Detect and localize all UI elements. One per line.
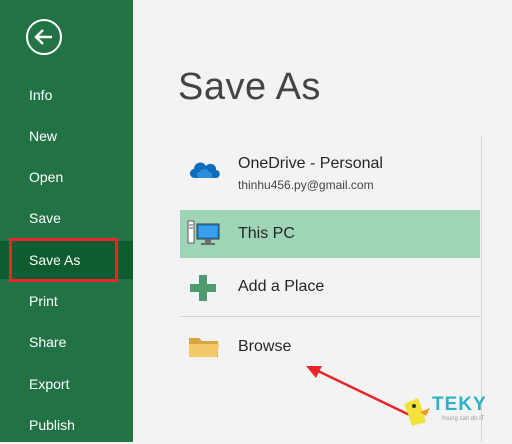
nav-open[interactable]: Open (0, 158, 133, 196)
nav-save[interactable]: Save (0, 199, 133, 237)
nav-publish[interactable]: Publish (0, 406, 133, 444)
computer-icon (186, 219, 220, 254)
nav-info[interactable]: Info (0, 76, 133, 114)
nav-export[interactable]: Export (0, 365, 133, 403)
back-button[interactable] (25, 18, 63, 56)
location-browse[interactable]: Browse (180, 326, 480, 370)
browse-label: Browse (238, 338, 292, 355)
back-arrow-icon (26, 19, 62, 55)
location-this-pc[interactable]: This PC (180, 210, 480, 258)
teky-logo: TEKY (432, 394, 487, 415)
teky-tagline: Young can do IT (441, 416, 485, 422)
onedrive-account: thinhu456.py@gmail.com (238, 178, 374, 192)
location-onedrive[interactable]: OneDrive - Personal thinhu456.py@gmail.c… (180, 148, 480, 200)
separator (180, 316, 480, 317)
nav-print[interactable]: Print (0, 282, 133, 320)
page-title: Save As (178, 66, 321, 108)
onedrive-cloud-icon (186, 156, 222, 187)
add-a-place-label: Add a Place (238, 278, 325, 295)
onedrive-label: OneDrive - Personal (238, 155, 383, 172)
highlight-box (9, 238, 118, 282)
plus-icon (189, 274, 217, 307)
this-pc-label: This PC (238, 225, 295, 242)
location-add-a-place[interactable]: Add a Place (180, 266, 480, 310)
nav-share[interactable]: Share (0, 323, 133, 361)
nav-new[interactable]: New (0, 117, 133, 155)
folder-icon (188, 334, 220, 365)
backstage-sidebar: Info New Open Save Save As Print Share E… (0, 0, 133, 442)
